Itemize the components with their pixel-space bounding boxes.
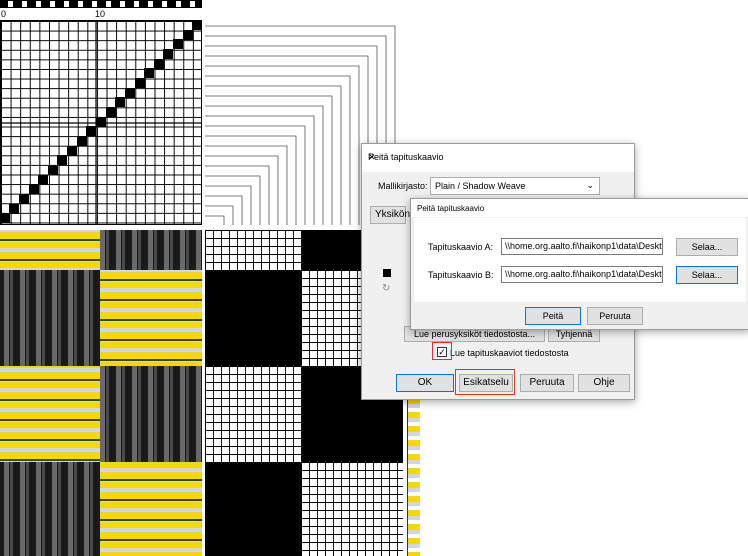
tieup-files-dialog: Peitä tapituskaavio Tapituskaavio A: \\h… [410, 198, 748, 330]
browse-b-button[interactable]: Selaa... [676, 266, 738, 284]
dialog-titlebar: Peitä tapituskaavio [411, 199, 748, 217]
help-button[interactable]: Ohje [578, 374, 630, 392]
dialog-content [414, 218, 746, 302]
ok-button[interactable]: OK [396, 374, 454, 392]
browse-a-button[interactable]: Selaa... [676, 238, 738, 256]
front-cancel-button[interactable]: Peruuta [587, 307, 643, 325]
black-square-icon [383, 269, 391, 277]
tieup-b-input[interactable]: \\home.org.aalto.fi\haikonp1\data\Deskto… [501, 266, 663, 283]
preview-highlight [455, 369, 515, 395]
tieup-diagonal [0, 20, 202, 225]
cancel-button[interactable]: Peruuta [520, 374, 574, 392]
tieup-b-label: Tapituskaavio B: [428, 270, 494, 280]
cover-button[interactable]: Peitä [525, 307, 581, 325]
library-label: Mallikirjasto: [378, 181, 428, 191]
color-strip [407, 380, 420, 556]
fabric-simulation [0, 230, 202, 556]
close-icon[interactable]: ✕ [368, 152, 626, 163]
tieup-a-input[interactable]: \\home.org.aalto.fi\haikonp1\data\Deskto… [501, 238, 663, 255]
tieup-a-label: Tapituskaavio A: [428, 242, 494, 252]
chevron-down-icon: ⌄ [586, 180, 594, 190]
ruler-label-ten: 10 [95, 9, 106, 19]
library-select[interactable]: Plain / Shadow Weave ⌄ [430, 177, 600, 195]
ruler-label-start: 0 [1, 9, 7, 19]
units-button[interactable]: Yksikön [370, 206, 410, 224]
read-tieups-label: Lue tapituskaaviot tiedostosta [450, 348, 569, 358]
dialog-title: Peitä tapituskaavio [417, 204, 485, 213]
refresh-icon[interactable]: ↻ [382, 283, 390, 294]
dialog-titlebar: Peitä tapituskaavio ✕ [362, 144, 634, 172]
checkbox-highlight [432, 342, 452, 360]
